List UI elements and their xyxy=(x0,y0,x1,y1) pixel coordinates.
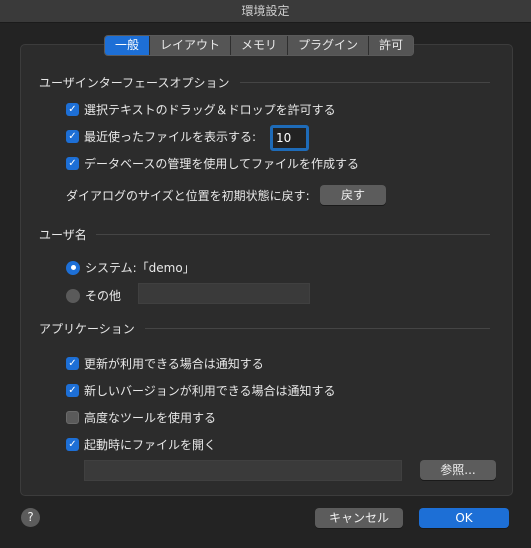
section-title-application: アプリケーション xyxy=(39,322,135,336)
user-system-radio[interactable]: システム:「demo」 xyxy=(66,259,195,276)
tab-bar: 一般 レイアウト メモリ プラグイン 許可 xyxy=(104,35,415,56)
checkbox-checked-icon[interactable]: ✓ xyxy=(66,130,79,143)
user-other-label: その他 xyxy=(85,289,122,303)
section-divider xyxy=(96,234,490,235)
launch-file-path-input[interactable] xyxy=(84,460,402,481)
notify-updates-option[interactable]: ✓ 更新が利用できる場合は通知する xyxy=(66,355,264,372)
database-label: データベースの管理を使用してファイルを作成する xyxy=(84,157,360,171)
recent-files-label: 最近使ったファイルを表示する: xyxy=(84,130,257,144)
recent-files-option[interactable]: ✓ 最近使ったファイルを表示する: xyxy=(66,128,256,145)
window-title: 環境設定 xyxy=(0,0,531,23)
drag-drop-option[interactable]: ✓ 選択テキストのドラッグ＆ドロップを許可する xyxy=(66,101,336,118)
open-on-launch-label: 起動時にファイルを開く xyxy=(84,438,217,452)
checkbox-checked-icon[interactable]: ✓ xyxy=(66,103,79,116)
checkbox-checked-icon[interactable]: ✓ xyxy=(66,357,79,370)
checkbox-checked-icon[interactable]: ✓ xyxy=(66,438,79,451)
help-button[interactable]: ? xyxy=(21,508,40,527)
tab-layout[interactable]: レイアウト xyxy=(149,36,231,55)
user-other-radio[interactable]: その他 xyxy=(66,287,121,304)
drag-drop-label: 選択テキストのドラッグ＆ドロップを許可する xyxy=(84,103,336,117)
notify-updates-label: 更新が利用できる場合は通知する xyxy=(84,357,264,371)
open-on-launch-option[interactable]: ✓ 起動時にファイルを開く xyxy=(66,436,216,453)
advanced-tools-label: 高度なツールを使用する xyxy=(84,411,217,425)
tab-plugins[interactable]: プラグイン xyxy=(287,36,369,55)
tab-memory[interactable]: メモリ xyxy=(230,36,288,55)
checkbox-checked-icon[interactable]: ✓ xyxy=(66,384,79,397)
checkbox-unchecked-icon[interactable] xyxy=(66,411,79,424)
checkbox-checked-icon[interactable]: ✓ xyxy=(66,157,79,170)
reset-dialogs-button[interactable]: 戻す xyxy=(320,185,386,205)
user-system-label: システム:「demo」 xyxy=(85,261,195,275)
cancel-button[interactable]: キャンセル xyxy=(315,508,403,528)
reset-dialogs-label: ダイアログのサイズと位置を初期状態に戻す: xyxy=(66,189,310,203)
recent-files-count-input[interactable]: 10 xyxy=(270,125,309,151)
notify-new-version-label: 新しいバージョンが利用できる場合は通知する xyxy=(84,384,336,398)
tab-permissions[interactable]: 許可 xyxy=(368,36,414,55)
section-divider xyxy=(240,82,490,83)
database-option[interactable]: ✓ データベースの管理を使用してファイルを作成する xyxy=(66,155,359,172)
radio-selected-icon[interactable] xyxy=(66,260,80,275)
notify-new-version-option[interactable]: ✓ 新しいバージョンが利用できる場合は通知する xyxy=(66,382,336,399)
browse-button[interactable]: 参照... xyxy=(420,460,496,480)
advanced-tools-option[interactable]: 高度なツールを使用する xyxy=(66,409,216,426)
radio-unselected-icon[interactable] xyxy=(66,288,80,303)
user-other-input[interactable] xyxy=(138,283,310,304)
section-divider xyxy=(145,328,490,329)
tab-general[interactable]: 一般 xyxy=(105,36,150,55)
section-title-user-name: ユーザ名 xyxy=(39,228,87,242)
ok-button[interactable]: OK xyxy=(419,508,509,528)
section-title-ui-options: ユーザインターフェースオプション xyxy=(39,76,230,90)
